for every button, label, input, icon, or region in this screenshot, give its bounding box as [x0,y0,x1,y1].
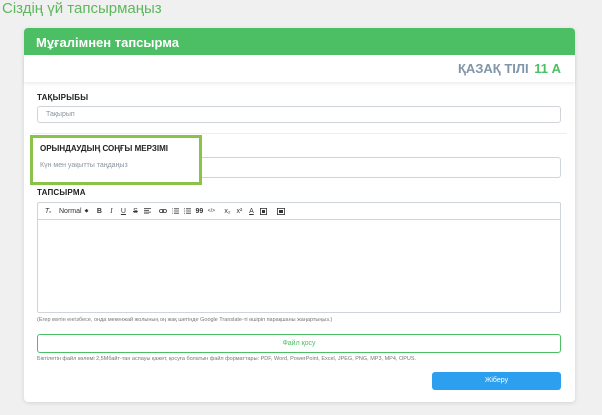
link-icon[interactable] [158,205,168,218]
font-size-value: Normal [59,207,82,215]
bullet-list-icon[interactable] [182,205,192,218]
ordered-list-icon[interactable] [170,205,180,218]
clear-format-icon[interactable]: Tx [43,205,53,218]
strike-button[interactable]: S [130,205,140,218]
task-label: ТАПСЫРМА [37,188,86,197]
topic-placeholder: Тақырып [46,111,75,118]
assignment-card: Мұғалімнен тапсырма ҚАЗАҚ ТІЛІ 11 А ТАҚЫ… [24,28,575,402]
quote-button[interactable]: 99 [194,205,204,218]
page-title: Сіздің үй тапсырмаңыз [2,0,162,17]
chevron-down-icon: ◆ [84,208,89,214]
text-color-button[interactable]: A [246,205,256,218]
align-icon[interactable] [142,205,152,218]
superscript-button[interactable]: x² [234,205,244,218]
image-icon[interactable] [276,205,286,218]
class-grade: 11 А [534,61,561,76]
underline-button[interactable]: U [118,205,128,218]
submit-button[interactable]: Жіберу [432,372,561,390]
background-color-icon[interactable] [258,205,268,218]
bold-button[interactable]: B [94,205,104,218]
task-editor[interactable]: Tx Normal ◆ B I U S 99 </> x₂ x² A [37,202,561,313]
subject-name: ҚАЗАҚ ТІЛІ [457,61,529,76]
italic-button[interactable]: I [106,205,116,218]
translate-hint: (Егер мәтін енгізбесе, онда мекенжай жол… [37,317,333,323]
deadline-label: ОРЫНДАУДЫҢ СОҢҒЫ МЕРЗІМІ [40,144,168,153]
card-header: Мұғалімнен тапсырма [24,28,575,55]
deadline-placeholder[interactable]: Күн мен уақытты таңдаңыз [40,162,128,169]
editor-toolbar: Tx Normal ◆ B I U S 99 </> x₂ x² A [38,203,560,220]
subject-bar: ҚАЗАҚ ТІЛІ 11 А [24,55,575,82]
topic-input[interactable]: Тақырып [37,106,561,123]
font-size-select[interactable]: Normal ◆ [59,208,88,215]
file-format-hint: Біктілетін файл көлемі 2,5Мбайт-тан аспа… [37,356,417,362]
add-file-button[interactable]: Файл қосу [37,334,561,353]
topic-label: ТАҚЫРЫБЫ [37,93,89,102]
code-button[interactable]: </> [206,205,216,218]
deadline-highlight[interactable]: ОРЫНДАУДЫҢ СОҢҒЫ МЕРЗІМІ Күн мен уақытты… [30,135,202,185]
subscript-button[interactable]: x₂ [222,205,232,218]
section-divider [32,133,567,134]
